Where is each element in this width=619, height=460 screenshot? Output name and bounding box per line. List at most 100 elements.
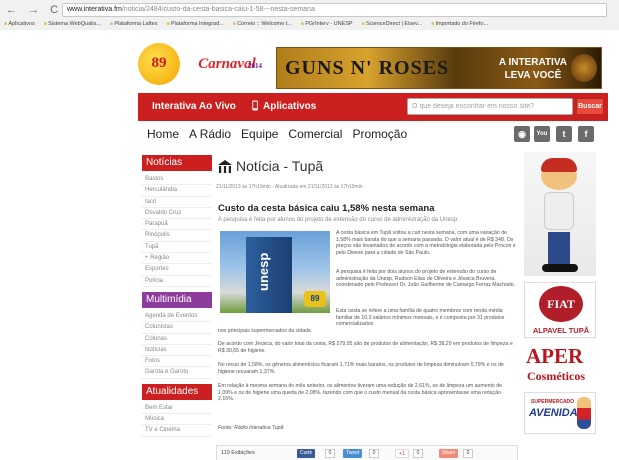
bookmarks-bar: Aplicativos Sistema WebQualis... Plataform…	[0, 19, 619, 30]
avenida-label: SUPERMERCADO	[531, 399, 575, 405]
sidebar-item[interactable]: TV e Cinema	[142, 425, 212, 437]
sidebar-heading-multimidia[interactable]: Multimídia	[142, 291, 212, 308]
bookmark-item[interactable]: PGrInterv - UNESP	[301, 21, 353, 27]
live-radio-link[interactable]: Interativa Ao Vivo	[152, 101, 236, 112]
facebook-icon[interactable]: f	[578, 126, 594, 142]
bookmark-item[interactable]: Sistema WebQualis...	[44, 21, 101, 27]
menu-home[interactable]: Home	[147, 127, 179, 141]
unesp-logo-text: unesp	[256, 252, 271, 291]
tweet-count: 0	[369, 449, 379, 458]
menu-comercial[interactable]: Comercial	[288, 127, 342, 141]
sidebar-item[interactable]: Parapuã	[142, 219, 212, 231]
menu-equipe[interactable]: Equipe	[241, 127, 278, 141]
sidebar-item[interactable]: Polícia	[142, 276, 212, 287]
url-host: www.interativa.fm	[67, 6, 122, 13]
ad-slogan-line2: LEVA VOCÊ	[504, 70, 562, 81]
sidebar-item[interactable]: Rinópolis	[142, 230, 212, 242]
sidebar-item[interactable]: Colunas	[142, 334, 212, 345]
facebook-like-button[interactable]: Curtir	[297, 449, 316, 458]
fiat-logo: FIAT	[539, 286, 583, 322]
ad-title: GUNS N' ROSES	[285, 57, 450, 79]
article-paragraph: Esta cesta se refere a uma família de qu…	[336, 308, 505, 328]
gplus-count: 0	[413, 449, 423, 458]
share-bar: 119 Exibições Curtir 0 Tweet 0 +1 0 Shar…	[216, 445, 518, 460]
mascot-shoes	[542, 264, 578, 272]
article-paragraph: A cesta básica em Tupã voltou a cair nes…	[336, 230, 516, 256]
sidebar-item[interactable]: Garota e Garoto	[142, 367, 212, 379]
article-paragraph: No recuo de 1,58%, os gêneros alimentíci…	[218, 362, 504, 375]
sidebar-heading-atualidades[interactable]: Atualidades	[142, 383, 212, 400]
article-source: Fonte: Rádio Interativa Tupã	[218, 425, 284, 431]
radio-badge: 89	[304, 291, 326, 307]
address-bar[interactable]: www.interativa.fm/noticia/2484/custo-da-…	[62, 3, 607, 17]
article-headline: Custo da cesta básica caiu 1,58% nesta s…	[218, 203, 435, 214]
apps-link[interactable]: Aplicativos	[263, 101, 316, 112]
tweet-button[interactable]: Tweet	[343, 449, 363, 458]
fiat-dealer-name: ALPAVEL TUPÃ	[532, 326, 590, 335]
bookmark-item[interactable]: Correio :: Welcome t...	[233, 21, 292, 27]
article-photo: unesp 89	[220, 231, 330, 313]
main-menu: Home A Rádio Equipe Comercial Promoção	[147, 127, 417, 145]
sidebar-item[interactable]: Esportes	[142, 264, 212, 276]
smartphone-icon	[252, 100, 258, 111]
twitter-icon[interactable]: t	[556, 126, 572, 142]
sidebar-item[interactable]: Notícias	[142, 345, 212, 357]
bookmark-item[interactable]: Importado do Firefo...	[431, 21, 488, 27]
mascot-hair	[541, 158, 577, 172]
sidebar-item[interactable]: Agenda de Eventos	[142, 311, 212, 323]
article-paragraph: A pesquisa é feita por dois alunos do pr…	[336, 269, 516, 289]
rss-icon[interactable]: ◉	[514, 126, 530, 142]
facebook-like-count: 0	[325, 449, 335, 458]
gplus-button[interactable]: +1	[395, 449, 409, 458]
bookmark-item[interactable]: Plataforma Integrad...	[166, 21, 223, 27]
share-button[interactable]: Share	[439, 449, 459, 458]
ad-slogan-line1: A INTERATIVA	[498, 57, 567, 68]
bookmark-item[interactable]: Plataforma Lattes	[110, 21, 158, 27]
sidebar-item[interactable]: Bem Estar	[142, 403, 212, 415]
carnaval-logo[interactable]: Carnaval 2014	[182, 45, 272, 85]
url-path: /noticia/2484/custo-da-cesta-basica-caiu…	[121, 6, 315, 13]
views-count: 119 Exibições	[221, 450, 255, 456]
bookmark-item[interactable]: ScienceDirect | Elsev...	[362, 21, 422, 27]
menu-promocao[interactable]: Promoção	[352, 127, 407, 141]
sidebar-item[interactable]: Colunistas	[142, 322, 212, 334]
sidebar-item[interactable]: + Região	[142, 253, 212, 265]
mascot-legs	[548, 232, 570, 264]
sidebar-item[interactable]: Bastos	[142, 174, 212, 186]
building-icon	[218, 160, 232, 173]
sidebar-item[interactable]: Tupã	[142, 242, 212, 254]
top-nav-bar: Interativa Ao Vivo Aplicativos Buscar	[138, 93, 608, 121]
fiat-ad[interactable]: FIAT ALPAVEL TUPÃ	[524, 282, 596, 338]
sidebar-item[interactable]: Iacri	[142, 197, 212, 208]
mascot-body	[544, 192, 574, 230]
aper-logo: APER	[526, 344, 584, 368]
mascot-ad[interactable]	[524, 152, 596, 276]
article-paragraph: Em relação à mesma semana do mês anterio…	[218, 383, 503, 403]
article-dateline: 21/11/2013 às 17h19min - Atualizada em 2…	[216, 184, 363, 190]
radio-logo[interactable]: 89	[138, 43, 180, 85]
youtube-icon[interactable]: You	[534, 126, 550, 142]
avenida-mascot-icon	[577, 397, 591, 429]
article-subhead: A pesquisa é feita por alunos do projeto…	[218, 217, 458, 223]
article-paragraph: De acordo com Jéssica, do valor total da…	[218, 341, 513, 354]
bookmark-item[interactable]: Aplicativos	[4, 21, 35, 27]
avenida-logo: AVENIDA	[529, 407, 578, 419]
sidebar-item[interactable]: Osvaldo Cruz	[142, 208, 212, 220]
share-count: 0	[463, 449, 473, 458]
sidebar-item[interactable]: Fotos	[142, 356, 212, 368]
aper-ad[interactable]: APER Cosméticos	[524, 344, 596, 390]
sidebar-item[interactable]: Música	[142, 414, 212, 426]
sidebar-heading-noticias[interactable]: Notícias	[142, 155, 212, 171]
gnr-emblem-icon	[571, 54, 597, 82]
search-input[interactable]	[407, 98, 573, 115]
menu-a-radio[interactable]: A Rádio	[189, 127, 231, 141]
carnaval-year: 2014	[248, 62, 262, 70]
site-banner: 89 Carnaval 2014 GUNS N' ROSES A INTERATI…	[138, 39, 602, 91]
aper-subtitle: Cosméticos	[527, 369, 585, 383]
sidebar-item[interactable]: Herculândia	[142, 185, 212, 197]
ad-slogan: A INTERATIVA LEVA VOCÊ	[499, 56, 567, 82]
guns-n-roses-ad[interactable]: GUNS N' ROSES A INTERATIVA LEVA VOCÊ	[276, 47, 602, 89]
search-button[interactable]: Buscar	[576, 98, 604, 115]
sidebar: Notícias Bastos Herculândia Iacri Osvald…	[142, 155, 212, 437]
avenida-ad[interactable]: SUPERMERCADO AVENIDA	[524, 392, 596, 434]
